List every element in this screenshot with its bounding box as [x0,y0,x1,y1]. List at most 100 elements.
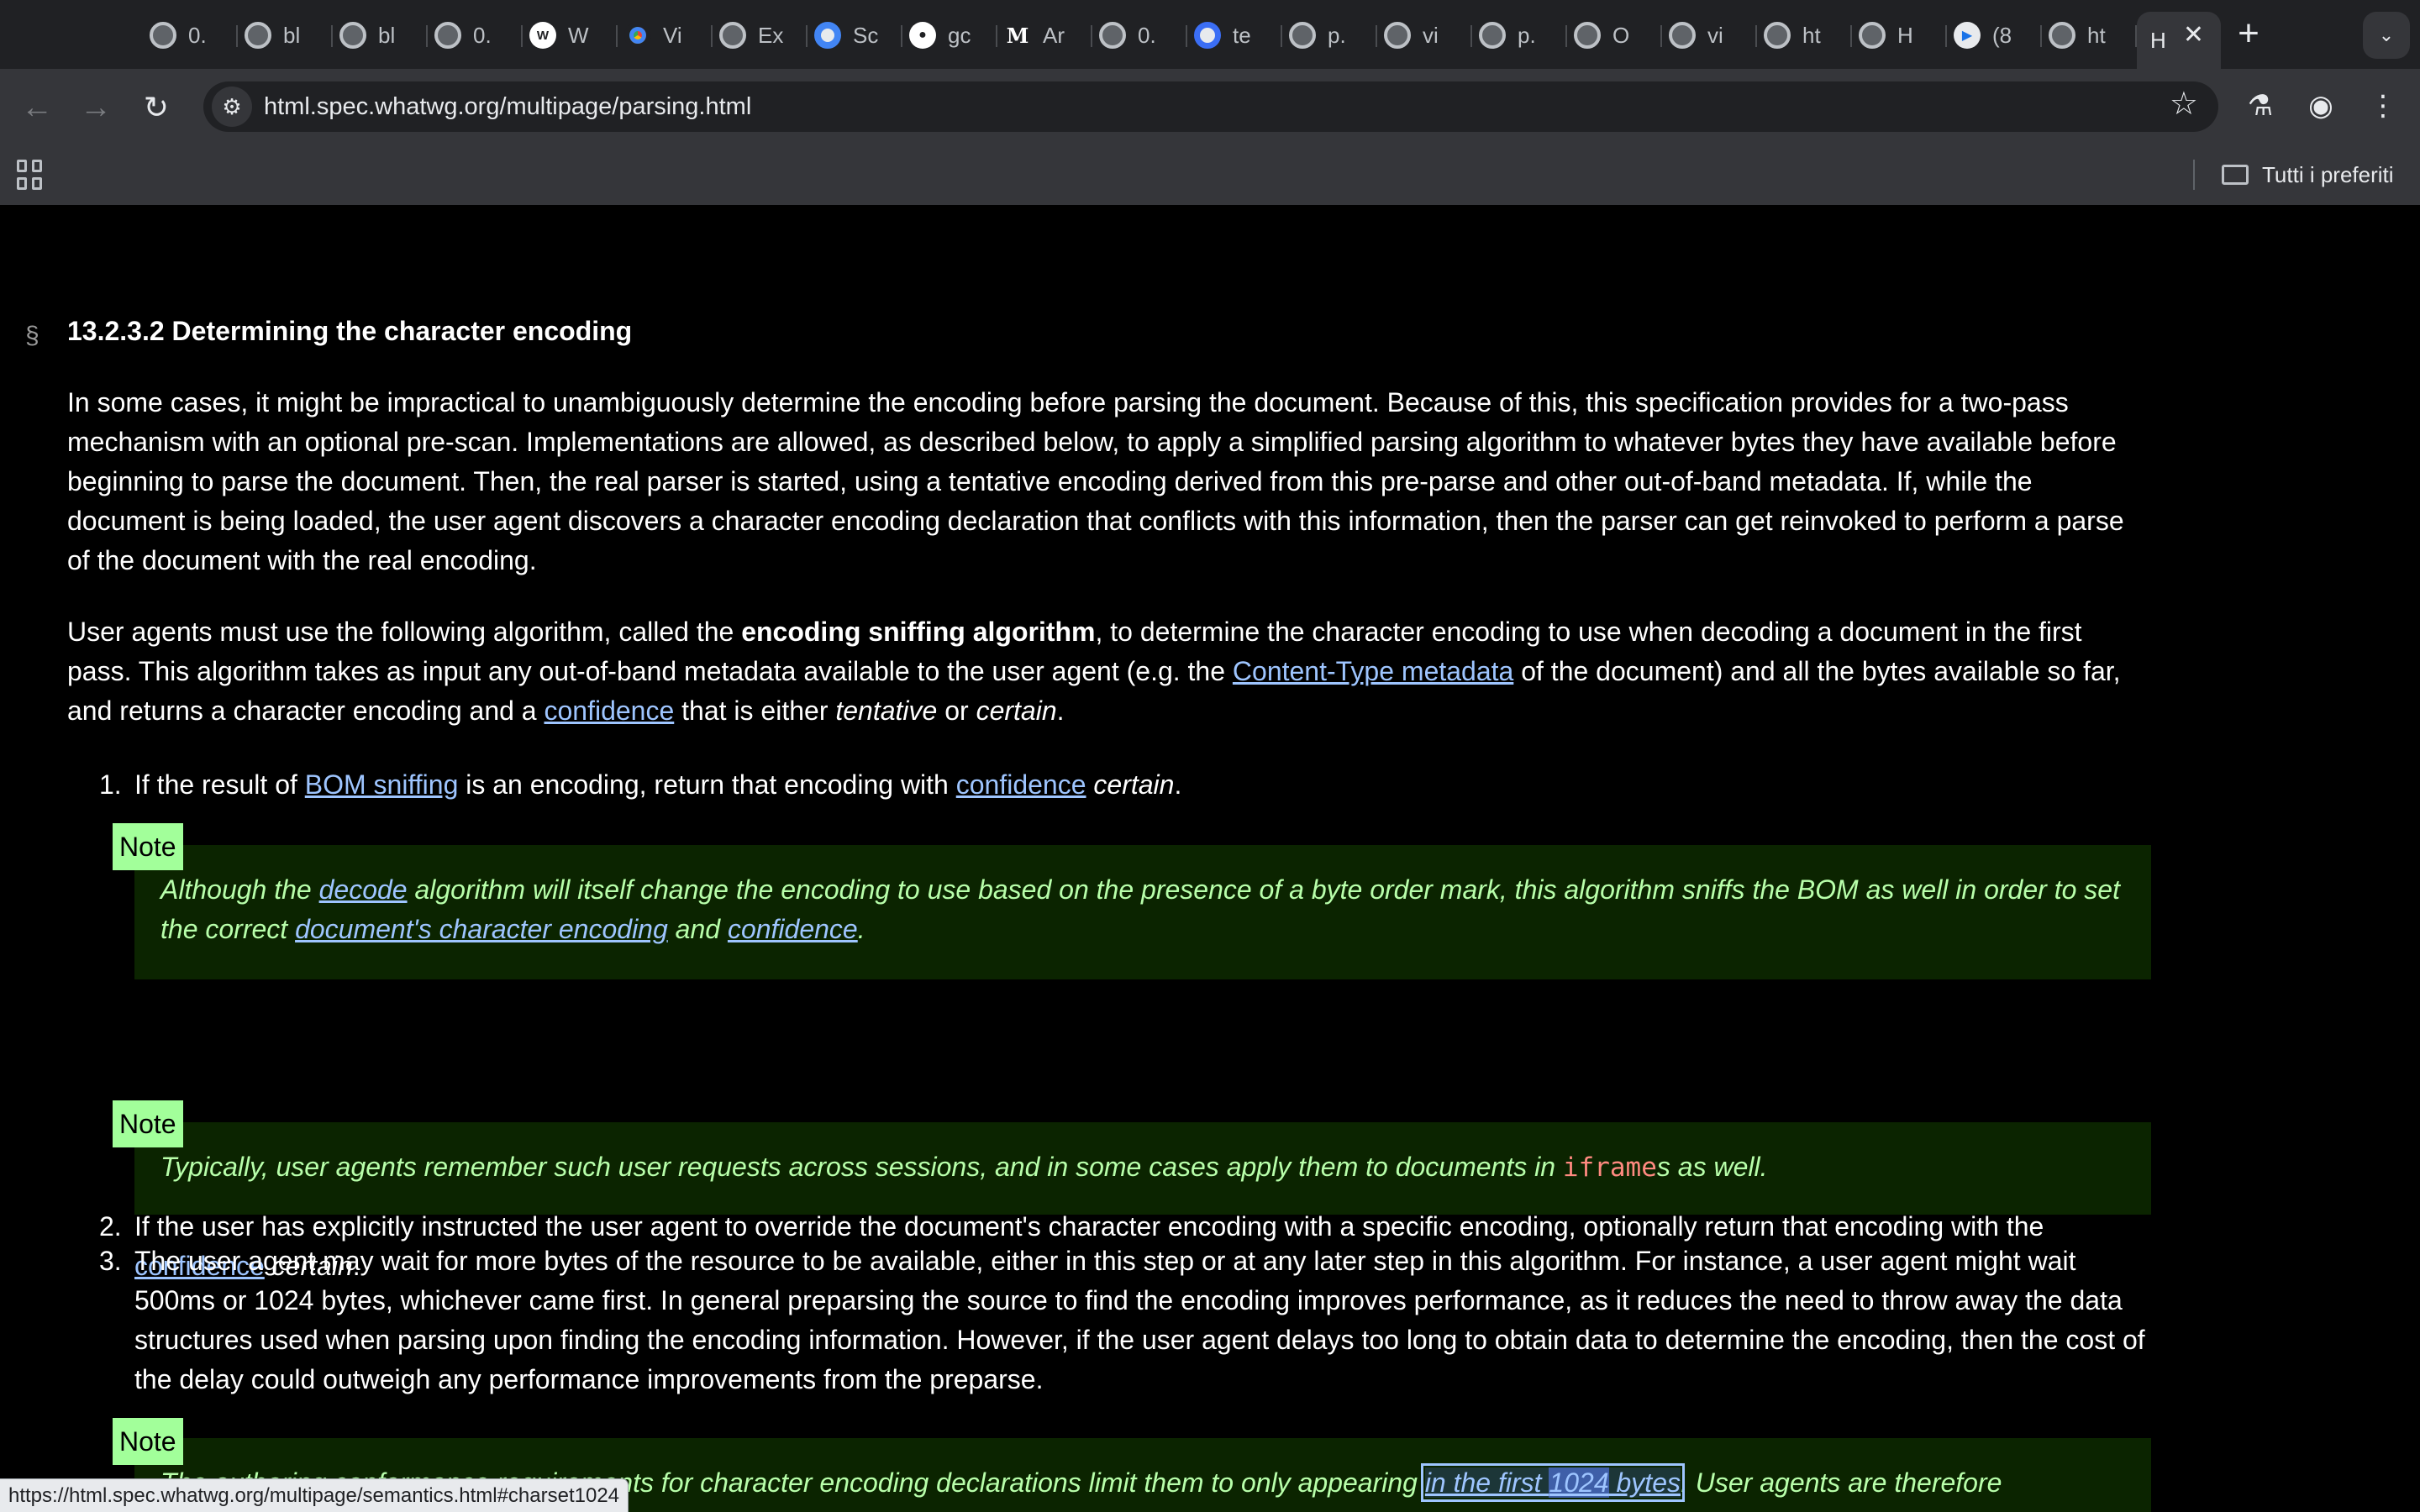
tab[interactable]: bl [333,12,428,59]
term-certain: certain [1093,769,1175,800]
labs-flask-icon[interactable]: ⚗ [2242,87,2279,124]
url-text[interactable]: html.spec.whatwg.org/multipage/parsing.h… [264,81,751,132]
tab-title: H [2150,27,2166,53]
text: s as well. [1656,1152,1768,1182]
tab[interactable]: O [1567,12,1662,59]
tab[interactable]: 0. [1092,12,1187,59]
all-bookmarks-button[interactable]: Tutti i preferiti [2222,144,2394,205]
link-confidence[interactable]: confidence [728,914,858,944]
globe-icon [245,22,271,49]
status-bar-url: https://html.spec.whatwg.org/multipage/s… [0,1478,629,1512]
address-bar[interactable]: ⚙ html.spec.whatwg.org/multipage/parsing… [203,81,2218,132]
tab[interactable]: ● gc [902,12,997,59]
globe-icon [719,22,746,49]
tab[interactable]: 0. [428,12,523,59]
play-icon: ▶ [1954,22,1981,49]
medium-icon: M [1006,23,1029,48]
note-label: Note [113,823,183,870]
list-number: 3. [99,1246,122,1276]
tab-title: p. [1328,22,1346,48]
tab-title: gc [948,22,971,48]
tab-title: 0. [1138,22,1156,48]
tab-title: W [568,22,589,48]
link-confidence[interactable]: confidence [956,769,1086,800]
tab-title: O [1612,22,1630,48]
link-bom-sniffing[interactable]: BOM sniffing [305,769,459,800]
globe-icon [2049,22,2075,49]
link-document-character-encoding[interactable]: document's character encoding [295,914,668,944]
text: . [1174,769,1182,800]
tab[interactable]: Vi [618,12,713,59]
tab[interactable]: ht [2042,12,2137,59]
chrome-icon [624,22,651,49]
tab[interactable]: Ex [713,12,808,59]
bookmarks-bar: Tutti i preferiti [0,144,2420,207]
tab-list: 0. bl bl 0. W W Vi Ex Sc ● gc M Ar 0. te p. vi p. Ovi ht H ▶ (… [143,12,2221,69]
tab[interactable]: p. [1472,12,1567,59]
tab-search-button[interactable]: ⌄ [2363,12,2410,59]
globe-icon [150,22,176,49]
tab[interactable]: H [1852,12,1947,59]
globe-icon [1764,22,1791,49]
link-content-type-metadata[interactable]: Content-Type metadata [1233,656,1513,686]
section-anchor-link[interactable]: § [25,316,39,355]
tab[interactable]: 0. [143,12,238,59]
algorithm-paragraph: User agents must use the following algor… [67,612,2151,731]
new-tab-button[interactable]: + [2232,10,2265,57]
site-info-icon[interactable]: ⚙ [212,87,252,127]
text: User agents must use the following algor… [67,617,742,647]
menu-kebab-icon[interactable]: ⋮ [2365,87,2402,124]
google-icon [814,22,841,49]
apps-grid-icon[interactable] [17,160,47,190]
link-text: bytes [1608,1467,1681,1498]
forward-button[interactable]: → [77,89,114,126]
bookmark-star-icon[interactable]: ☆ [2170,85,2198,123]
folder-icon [2222,165,2249,185]
intro-paragraph: In some cases, it might be impractical t… [67,387,2124,575]
text: . [1056,696,1065,726]
tab-title: 0. [188,22,207,48]
list-number: 1. [99,769,122,800]
tab-title: vi [1423,22,1439,48]
tab[interactable]: Sc [808,12,902,59]
tab[interactable]: vi [1662,12,1757,59]
tab-title: Ar [1043,22,1065,48]
tab[interactable]: ▶ (8 [1947,12,2042,59]
tab-title: Ex [758,22,784,48]
text: The user agent may wait for more bytes o… [134,1246,2145,1394]
tab-strip: 0. bl bl 0. W W Vi Ex Sc ● gc M Ar 0. te p. vi p. Ovi ht H ▶ (… [0,0,2420,69]
tab[interactable]: te [1187,12,1282,59]
tab-active[interactable]: H ✕ [2137,12,2221,69]
tab[interactable]: p. [1282,12,1377,59]
text: or [937,696,976,726]
globe-icon [1289,22,1316,49]
link-in-the-first-1024-bytes[interactable]: in the first 1024 bytes [1420,1463,1685,1502]
browser-window: 0. bl bl 0. W W Vi Ex Sc ● gc M Ar 0. te p. vi p. Ovi ht H ▶ (… [0,0,2420,1512]
link-confidence[interactable]: confidence [544,696,674,726]
globe-icon [1479,22,1506,49]
tab[interactable]: vi [1377,12,1472,59]
tab[interactable]: ht [1757,12,1852,59]
note-label: Note [113,1100,183,1147]
profile-icon[interactable]: ◉ [2302,87,2339,124]
back-button[interactable]: ← [18,89,55,126]
tab[interactable]: M Ar [997,12,1092,59]
note-box: Typically, user agents remember such use… [134,1122,2151,1215]
text: and [667,914,728,944]
list-item-3: 3. The user agent may wait for more bytes… [99,1242,2151,1399]
tab[interactable]: bl [238,12,333,59]
link-decode[interactable]: decode [319,874,408,905]
globe-icon [1669,22,1696,49]
tab-title: (8 [1992,22,2012,48]
section-heading: 13.2.3.2 Determining the character encod… [67,316,633,346]
note-box: Although the decode algorithm will itsel… [134,845,2151,979]
reload-button[interactable]: ↻ [138,89,175,126]
tab-title: p. [1518,22,1536,48]
text: Although the [160,874,319,905]
code-iframe: iframe [1562,1152,1657,1183]
close-tab-icon[interactable]: ✕ [2183,20,2204,50]
globe-icon [339,22,366,49]
text: If the user has explicitly instructed th… [134,1211,2044,1242]
tab-title: 0. [473,22,492,48]
tab[interactable]: WW [523,12,618,59]
